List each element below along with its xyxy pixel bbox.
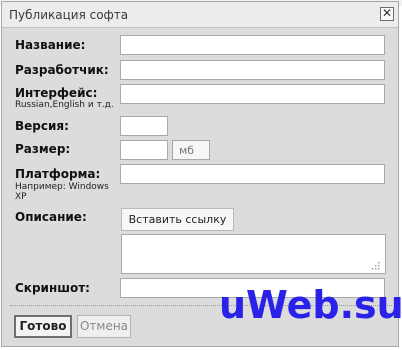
interface-input[interactable] <box>120 84 385 104</box>
platform-hint-line1: Например: Windows <box>15 182 109 192</box>
size-unit-field: мб <box>172 140 210 160</box>
site-watermark: uWeb.su <box>219 283 402 327</box>
developer-label: Разработчик: <box>15 63 109 77</box>
description-textarea[interactable] <box>121 234 386 274</box>
interface-hint: Russian,English и т.д. <box>15 100 114 110</box>
done-button[interactable]: Готово <box>14 315 72 338</box>
platform-hint-line2: XP <box>15 192 27 202</box>
platform-input[interactable] <box>120 164 385 184</box>
developer-input[interactable] <box>120 60 385 80</box>
name-input[interactable] <box>120 35 385 55</box>
resize-grip-icon[interactable] <box>370 260 380 270</box>
platform-label: Платформа: <box>15 167 101 181</box>
publish-software-dialog: Публикация софта ✕ Название: Разработчик… <box>1 1 402 347</box>
dialog-titlebar: Публикация софта ✕ <box>2 2 398 28</box>
close-icon[interactable]: ✕ <box>380 7 394 21</box>
cancel-button[interactable]: Отмена <box>77 315 131 338</box>
version-label: Версия: <box>15 119 69 133</box>
name-label: Название: <box>15 38 86 52</box>
size-input[interactable] <box>120 140 168 160</box>
dialog-title: Публикация софта <box>9 8 129 22</box>
insert-link-button[interactable]: Вставить ссылку <box>121 208 234 231</box>
screenshot-label: Скриншот: <box>15 281 90 295</box>
size-label: Размер: <box>15 142 71 156</box>
description-label: Описание: <box>15 210 87 224</box>
interface-label: Интерфейс: <box>15 86 98 100</box>
version-input[interactable] <box>120 116 168 136</box>
